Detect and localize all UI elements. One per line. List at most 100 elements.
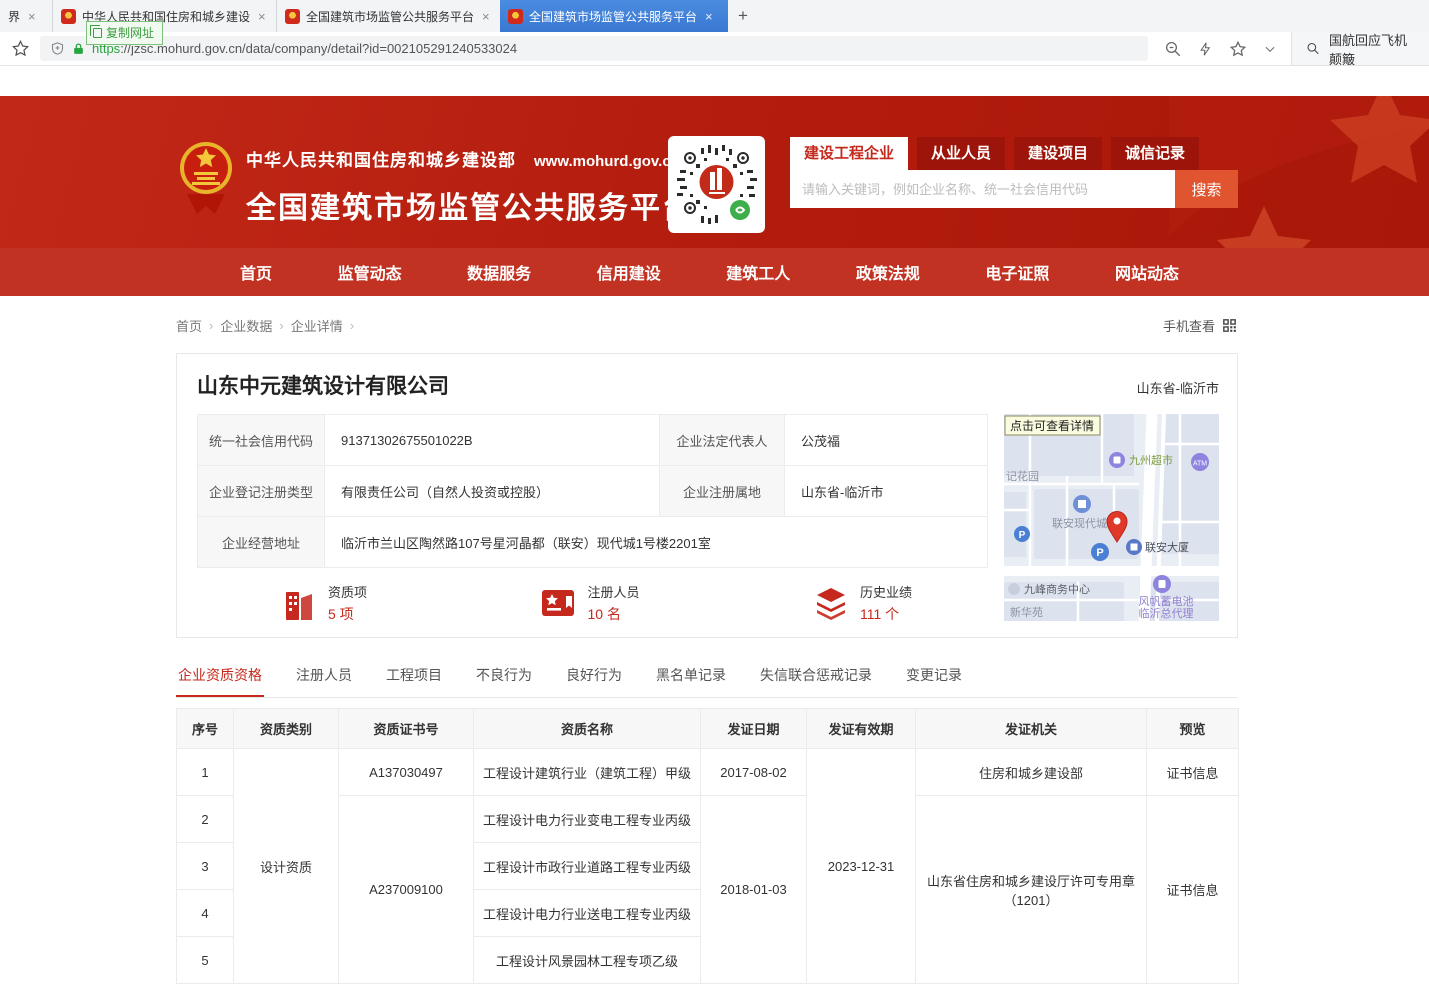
- qr-code: [668, 136, 765, 233]
- address-bar[interactable]: https://jzsc.mohurd.gov.cn/data/company/…: [40, 36, 1148, 61]
- nav-workers[interactable]: 建筑工人: [726, 260, 790, 284]
- breadcrumb-company-detail[interactable]: 企业详情: [291, 316, 343, 335]
- ministry-website: www.mohurd.gov.cn: [534, 153, 680, 170]
- search-button[interactable]: 搜索: [1175, 170, 1238, 208]
- cell-seq: 1: [177, 749, 234, 796]
- stat-label: 资质项: [328, 582, 367, 601]
- cell-cert-no: A237009100: [339, 796, 474, 984]
- bookmark-star-icon[interactable]: [0, 39, 40, 58]
- field-label: 统一社会信用代码: [198, 415, 325, 466]
- reg-type-value: 有限责任公司（自然人投资或控股）: [325, 466, 660, 517]
- browser-tab-3-active[interactable]: 全国建筑市场监管公共服务平台 ×: [500, 0, 728, 32]
- stat-qualifications: 资质项 5 项: [282, 582, 367, 624]
- certificate-info-link[interactable]: 证书信息: [1147, 796, 1239, 984]
- lock-icon: [72, 42, 85, 56]
- nav-policy[interactable]: 政策法规: [856, 260, 920, 284]
- field-label: 企业法定代表人: [660, 415, 785, 466]
- banner-search-module: 建设工程企业 从业人员 建设项目 诚信记录 搜索: [790, 137, 1238, 208]
- keyword-search-input[interactable]: [790, 170, 1175, 208]
- toolbar-icons: [1148, 40, 1291, 58]
- copy-url-tooltip: 复制网址: [86, 21, 163, 45]
- search-icon: [1306, 40, 1320, 57]
- stat-registered-personnel: 注册人员10 名: [539, 582, 639, 624]
- cell-name: 工程设计电力行业变电工程专业丙级: [474, 796, 701, 843]
- tab-registered-personnel[interactable]: 注册人员: [294, 659, 354, 697]
- chevron-down-icon[interactable]: [1263, 42, 1277, 56]
- tab-label: 界: [8, 8, 20, 25]
- nav-supervision[interactable]: 监管动态: [338, 260, 402, 284]
- tab-blacklist[interactable]: 黑名单记录: [654, 659, 728, 697]
- browser-tab-0[interactable]: 界 ×: [0, 0, 52, 32]
- browser-search-box[interactable]: 国航回应飞机颠簸: [1291, 32, 1429, 65]
- platform-title: 全国建筑市场监管公共服务平台: [246, 183, 694, 227]
- reg-region-value: 山东省-临沂市: [785, 466, 988, 517]
- certificate-info-link[interactable]: 证书信息: [1147, 749, 1239, 796]
- browser-tab-2[interactable]: 全国建筑市场监管公共服务平台 ×: [276, 0, 500, 32]
- map-label-battery2: 临沂总代理: [1139, 606, 1194, 620]
- nav-ecert[interactable]: 电子证照: [985, 260, 1049, 284]
- nav-site-news[interactable]: 网站动态: [1115, 260, 1179, 284]
- map-label-garden: 记花园: [1006, 470, 1039, 483]
- tab-close-icon[interactable]: ×: [480, 9, 492, 24]
- zoom-out-icon[interactable]: [1164, 40, 1182, 58]
- tab-close-icon[interactable]: ×: [703, 9, 715, 24]
- tab-projects[interactable]: 工程项目: [384, 659, 444, 697]
- mobile-view[interactable]: 手机查看: [1163, 316, 1238, 335]
- field-label: 企业注册属地: [660, 466, 785, 517]
- page-content: 首页 › 企业数据 › 企业详情 › 手机查看 山东中元建筑设计有限公司 山东省…: [176, 315, 1238, 984]
- nav-data-service[interactable]: 数据服务: [467, 260, 531, 284]
- breadcrumb-home[interactable]: 首页: [176, 316, 202, 335]
- search-tab-enterprise[interactable]: 建设工程企业: [790, 137, 908, 170]
- cell-name: 工程设计建筑行业（建筑工程）甲级: [474, 749, 701, 796]
- qualification-table: 序号 资质类别 资质证书号 资质名称 发证日期 发证有效期 发证机关 预览 1 …: [176, 708, 1239, 984]
- col-cert-no: 资质证书号: [339, 709, 474, 749]
- stat-value: 111 个: [860, 604, 912, 624]
- nav-home[interactable]: 首页: [240, 260, 272, 284]
- favorite-star-icon[interactable]: [1229, 40, 1247, 58]
- search-tab-credit[interactable]: 诚信记录: [1111, 137, 1199, 170]
- mobile-view-label: 手机查看: [1163, 316, 1215, 335]
- col-name: 资质名称: [474, 709, 701, 749]
- col-valid-until: 发证有效期: [807, 709, 916, 749]
- cell-seq: 5: [177, 937, 234, 984]
- shield-icon: [50, 41, 65, 56]
- national-emblem-icon: [179, 136, 233, 218]
- cell-cert-no: A137030497: [339, 749, 474, 796]
- breadcrumb-separator-icon: ›: [350, 318, 354, 333]
- nav-credit[interactable]: 信用建设: [597, 260, 661, 284]
- cell-seq: 4: [177, 890, 234, 937]
- tab-changes[interactable]: 变更记录: [904, 659, 964, 697]
- search-tab-project[interactable]: 建设项目: [1014, 137, 1102, 170]
- emblem-favicon-icon: [61, 9, 76, 24]
- flash-icon[interactable]: [1198, 40, 1213, 58]
- search-tab-personnel[interactable]: 从业人员: [917, 137, 1005, 170]
- tab-close-icon[interactable]: ×: [26, 9, 38, 24]
- company-card: 山东中元建筑设计有限公司 山东省-临沂市 统一社会信用代码 9137130267…: [176, 353, 1238, 638]
- cell-authority: 山东省住房和城乡建设厅许可专用章 （1201）: [916, 796, 1147, 984]
- tab-bad-behavior[interactable]: 不良行为: [474, 659, 534, 697]
- tab-qualifications[interactable]: 企业资质资格: [176, 659, 264, 697]
- parking-icon: P: [1096, 547, 1103, 559]
- tab-close-icon[interactable]: ×: [256, 9, 268, 24]
- cell-name: 工程设计风景园林工程专项乙级: [474, 937, 701, 984]
- url-row: https://jzsc.mohurd.gov.cn/data/company/…: [0, 32, 1429, 65]
- col-preview: 预览: [1147, 709, 1239, 749]
- stat-value: 5 项: [328, 604, 367, 624]
- banner-titles: 中华人民共和国住房和城乡建设部 www.mohurd.gov.cn 全国建筑市场监…: [246, 146, 694, 227]
- ministry-name: 中华人民共和国住房和城乡建设部: [246, 151, 516, 170]
- breadcrumb: 首页 › 企业数据 › 企业详情 › 手机查看: [176, 315, 1238, 335]
- tab-good-behavior[interactable]: 良好行为: [564, 659, 624, 697]
- tab-label: 全国建筑市场监管公共服务平台: [529, 8, 697, 25]
- table-row: 1 设计资质 A137030497 工程设计建筑行业（建筑工程）甲级 2017-…: [177, 749, 1239, 796]
- breadcrumb-company-data[interactable]: 企业数据: [220, 316, 272, 335]
- col-seq: 序号: [177, 709, 234, 749]
- new-tab-button[interactable]: +: [728, 0, 758, 32]
- cell-authority: 住房和城乡建设部: [916, 749, 1147, 796]
- address-value: 临沂市兰山区陶然路107号星河晶都（联安）现代城1号楼2201室: [325, 517, 988, 568]
- breadcrumb-separator-icon: ›: [279, 318, 283, 333]
- white-gap: [0, 66, 1429, 96]
- location-map[interactable]: 九州超市 ATM 记花园 联安现代城 P P 联安大厦 九峰商务中心 风帆蓄电池…: [1004, 414, 1219, 621]
- cell-seq: 2: [177, 796, 234, 843]
- tab-bar: 界 × 中华人民共和国住房和城乡建设 × 全国建筑市场监管公共服务平台 × 全国…: [0, 0, 1429, 32]
- tab-dishonesty[interactable]: 失信联合惩戒记录: [758, 659, 874, 697]
